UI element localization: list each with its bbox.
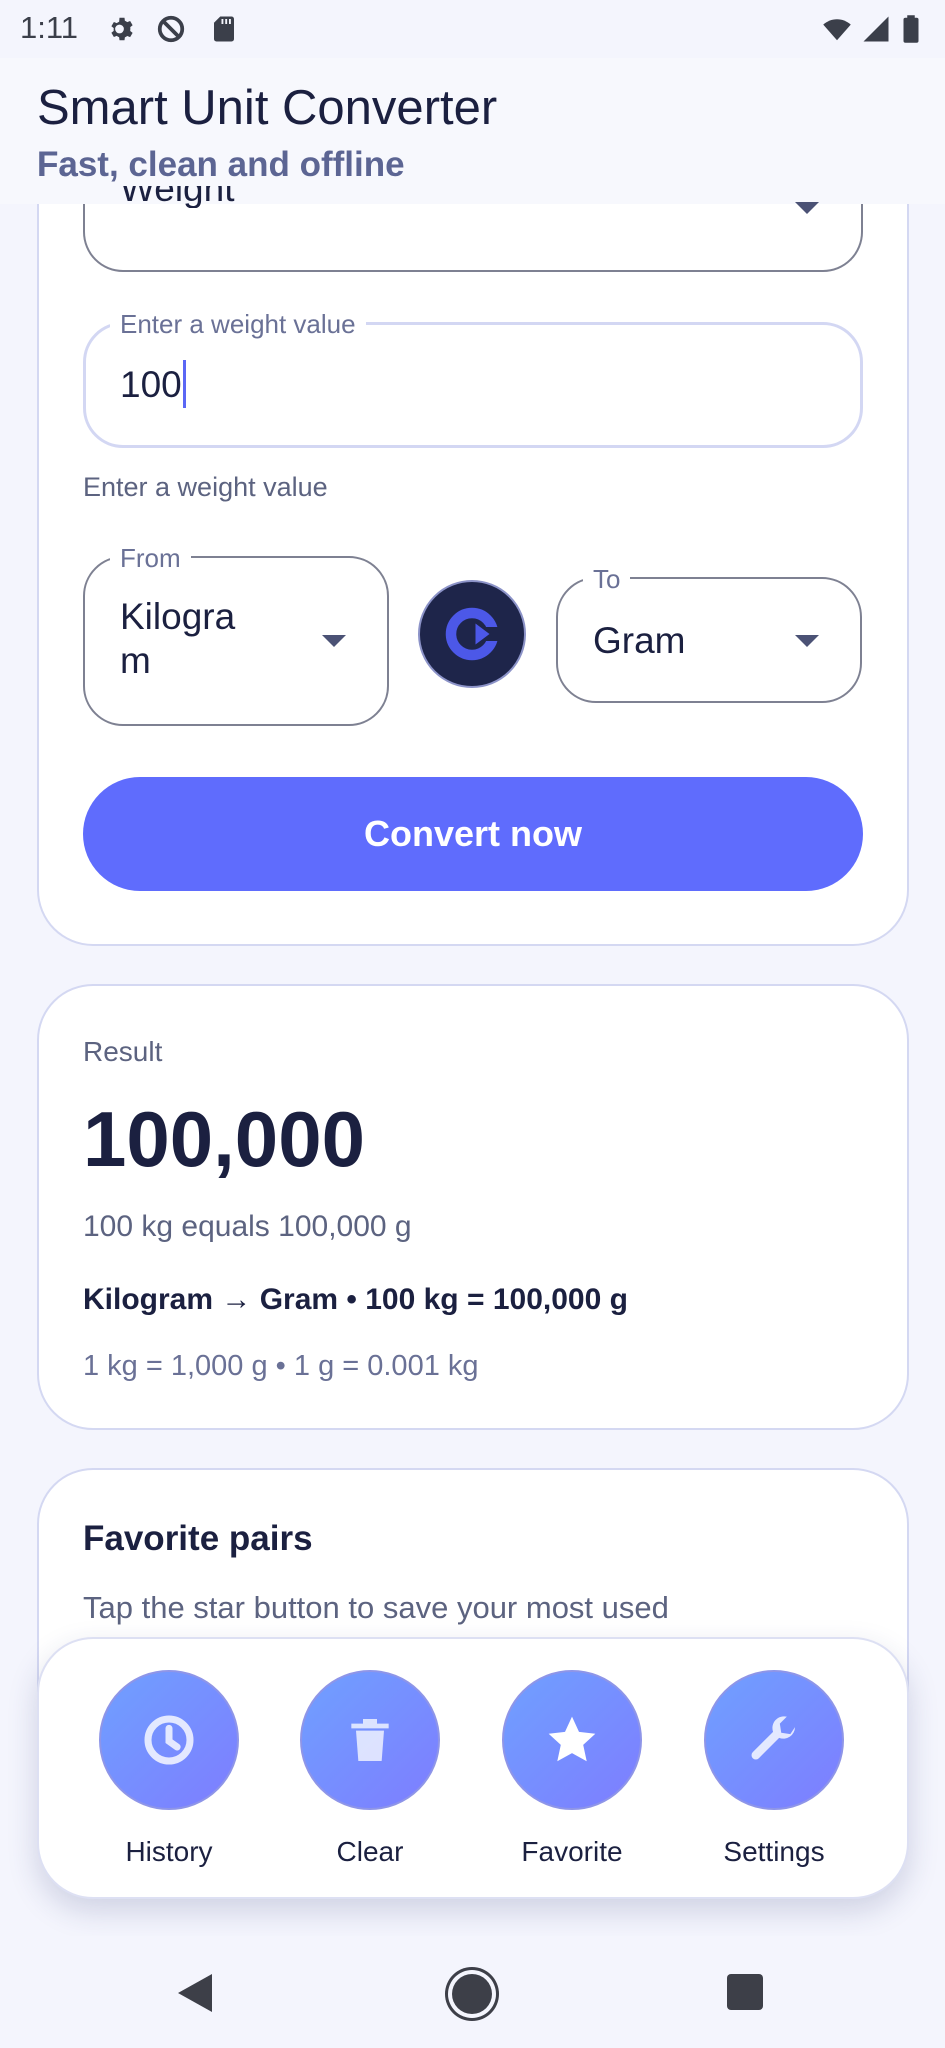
sd-card-icon [209,14,239,44]
status-bar: 1:11 [0,0,945,58]
history-icon [144,1715,194,1765]
status-time: 1:11 [20,10,79,45]
result-ratio: 1 kg = 1,000 g • 1 g = 0.001 kg [83,1350,479,1382]
app-title: Smart Unit Converter [37,81,498,135]
chevron-down-icon [795,635,819,647]
wifi-icon [822,14,852,44]
star-icon [548,1716,596,1762]
convert-button[interactable]: Convert now [83,777,863,891]
battery-icon [900,14,922,44]
value-input-label: Enter a weight value [110,309,366,340]
favorites-title: Favorite pairs [83,1519,313,1558]
signal-icon [861,14,891,44]
favorites-text: Tap the star button to save your most us… [83,1590,669,1625]
to-unit-value: Gram [593,620,686,661]
result-formula: Kilogram → Gram • 100 kg = 100,000 g [83,1283,628,1316]
result-description: 100 kg equals 100,000 g [83,1210,412,1243]
value-helper-text: Enter a weight value [83,472,328,502]
text-cursor [183,360,186,408]
settings-icon [107,14,137,44]
recents-icon[interactable] [727,1974,763,2010]
data-saver-icon [156,14,186,44]
clear-label: Clear [336,1836,404,1867]
swap-icon [445,607,500,661]
clear-button[interactable] [300,1670,440,1810]
value-input-text[interactable]: 100 [120,364,182,406]
from-label: From [110,543,191,574]
chevron-down-icon [795,202,819,214]
chevron-down-icon [322,635,346,647]
result-label: Result [83,1036,163,1067]
settings-button[interactable] [704,1670,844,1810]
to-label: To [583,564,631,595]
result-value: 100,000 [83,1095,365,1183]
history-label: History [125,1836,213,1867]
from-unit-value: Kilogra m [120,596,236,681]
app-subtitle-overlay: Fast, clean and offline [37,145,405,184]
back-icon[interactable] [178,1974,212,2012]
trash-icon [351,1719,389,1761]
swap-units-button[interactable] [418,580,526,688]
home-icon[interactable] [452,1974,492,2014]
favorite-button[interactable] [502,1670,642,1810]
history-button[interactable] [99,1670,239,1810]
settings-label: Settings [723,1836,825,1867]
value-input[interactable] [83,322,863,448]
wrench-icon [751,1716,795,1760]
favorite-label: Favorite [521,1836,623,1867]
